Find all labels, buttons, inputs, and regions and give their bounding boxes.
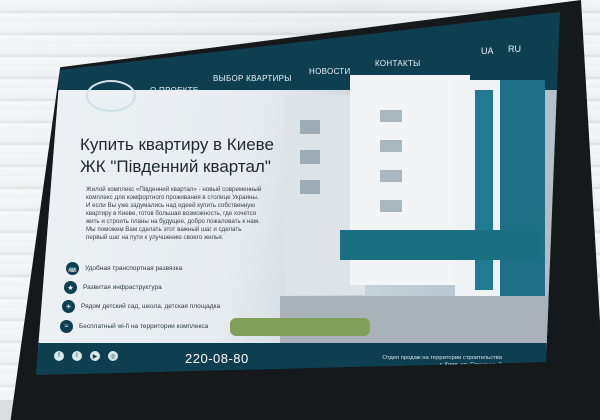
twitter-icon[interactable]: t bbox=[72, 351, 82, 361]
window bbox=[380, 110, 402, 122]
building-base bbox=[340, 230, 540, 260]
window bbox=[300, 180, 320, 194]
building-accent-block bbox=[500, 80, 545, 310]
feature-text: Удобная транспортная развязка bbox=[85, 265, 183, 272]
window bbox=[300, 150, 320, 164]
shop-icon: ★ bbox=[64, 281, 77, 294]
footer-address-line1: Отдел продаж на территории строительства bbox=[382, 355, 502, 361]
nav-item-news[interactable]: НОВОСТИ bbox=[309, 67, 351, 76]
window bbox=[300, 120, 320, 134]
feature-school: ☀ Рядом детский сад, школа, детская площ… bbox=[62, 300, 220, 313]
website-screen: Південний О ПРОЕКТЕ ВЫБОР КВАРТИРЫ НОВОС… bbox=[36, 12, 560, 375]
monitor: Південний О ПРОЕКТЕ ВЫБОР КВАРТИРЫ НОВОС… bbox=[0, 0, 600, 420]
hero-title-line2: ЖК "Південний квартал" bbox=[80, 157, 271, 176]
instagram-icon[interactable]: ◎ bbox=[108, 351, 118, 361]
feature-text: Бесплатный wi-fi на территории комплекса bbox=[79, 323, 209, 330]
lang-ua-link[interactable]: UA bbox=[481, 46, 494, 56]
nav-item-about[interactable]: О ПРОЕКТЕ bbox=[150, 86, 199, 95]
nav-item-apartments[interactable]: ВЫБОР КВАРТИРЫ bbox=[213, 74, 292, 83]
youtube-icon[interactable]: ▶ bbox=[90, 351, 100, 361]
footer-phone[interactable]: 220-08-80 bbox=[185, 351, 249, 366]
facebook-icon[interactable]: f bbox=[54, 351, 64, 361]
logo-text: Південний bbox=[91, 91, 131, 101]
window bbox=[380, 140, 402, 152]
lawn bbox=[230, 318, 370, 336]
site-logo[interactable]: Південний bbox=[86, 80, 136, 112]
nav-item-contacts[interactable]: КОНТАКТЫ bbox=[375, 59, 421, 68]
wifi-icon: ≈ bbox=[60, 320, 73, 333]
school-icon: ☀ bbox=[62, 300, 75, 313]
feature-text: Рядом детский сад, школа, детская площад… bbox=[81, 303, 221, 310]
feature-transport: 🚌 Удобная транспортная развязка bbox=[66, 262, 182, 275]
bus-icon: 🚌 bbox=[66, 262, 79, 275]
lang-ru-link[interactable]: RU bbox=[508, 44, 521, 54]
building-accent-stripe bbox=[475, 90, 493, 290]
hero-description: Жилой комплекс «Південний квартал» - нов… bbox=[86, 186, 262, 241]
social-links: f t ▶ ◎ bbox=[54, 351, 118, 361]
hero-title-line1: Купить квартиру в Киеве bbox=[80, 135, 274, 154]
feature-wifi: ≈ Бесплатный wi-fi на территории комплек… bbox=[60, 320, 208, 333]
window bbox=[380, 170, 402, 182]
feature-text: Развитая инфраструктура bbox=[83, 284, 162, 291]
window bbox=[380, 200, 402, 212]
feature-infrastructure: ★ Развитая инфраструктура bbox=[64, 281, 162, 294]
